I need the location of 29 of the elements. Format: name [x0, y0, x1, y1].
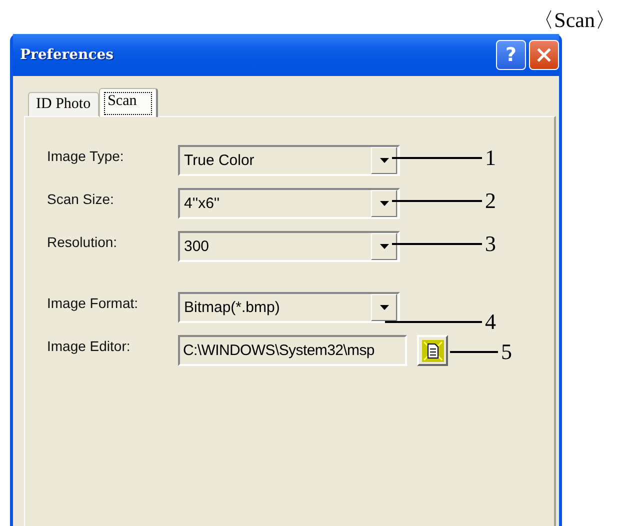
leader-line: [450, 351, 498, 353]
field-label: Image Format:: [47, 294, 140, 311]
tab[interactable]: Scan: [98, 88, 158, 117]
callout-number: 3: [484, 233, 496, 255]
close-icon: [536, 47, 552, 63]
callout-number: 5: [500, 341, 512, 363]
callout-number: 1: [484, 147, 496, 169]
help-button[interactable]: ?: [496, 40, 526, 70]
dropdown[interactable]: 4''x6'': [178, 188, 400, 219]
caret-icon: [380, 201, 388, 206]
dropdown[interactable]: Bitmap(*.bmp): [178, 292, 400, 323]
tab[interactable]: ID Photo: [28, 92, 99, 116]
page-heading: 〈Scan〉: [533, 7, 616, 34]
field-label: Resolution:: [47, 233, 118, 250]
caret-icon: [380, 305, 388, 310]
browse-button[interactable]: [417, 335, 448, 366]
input-field[interactable]: C:\WINDOWS\System32\msp: [178, 335, 407, 366]
close-button[interactable]: [529, 40, 559, 70]
field-label: Image Editor:: [47, 337, 132, 354]
document-icon: [422, 340, 444, 362]
caret-icon: [380, 158, 388, 163]
caret-icon: [380, 244, 388, 249]
window-title: Preferences: [20, 47, 114, 63]
field-label: Scan Size:: [47, 190, 115, 207]
dropdown[interactable]: 300: [178, 231, 400, 262]
field-label: Image Type:: [47, 147, 125, 164]
dropdown[interactable]: True Color: [178, 145, 400, 176]
callout-number: 2: [484, 190, 496, 212]
callout-number: 4: [484, 311, 496, 333]
